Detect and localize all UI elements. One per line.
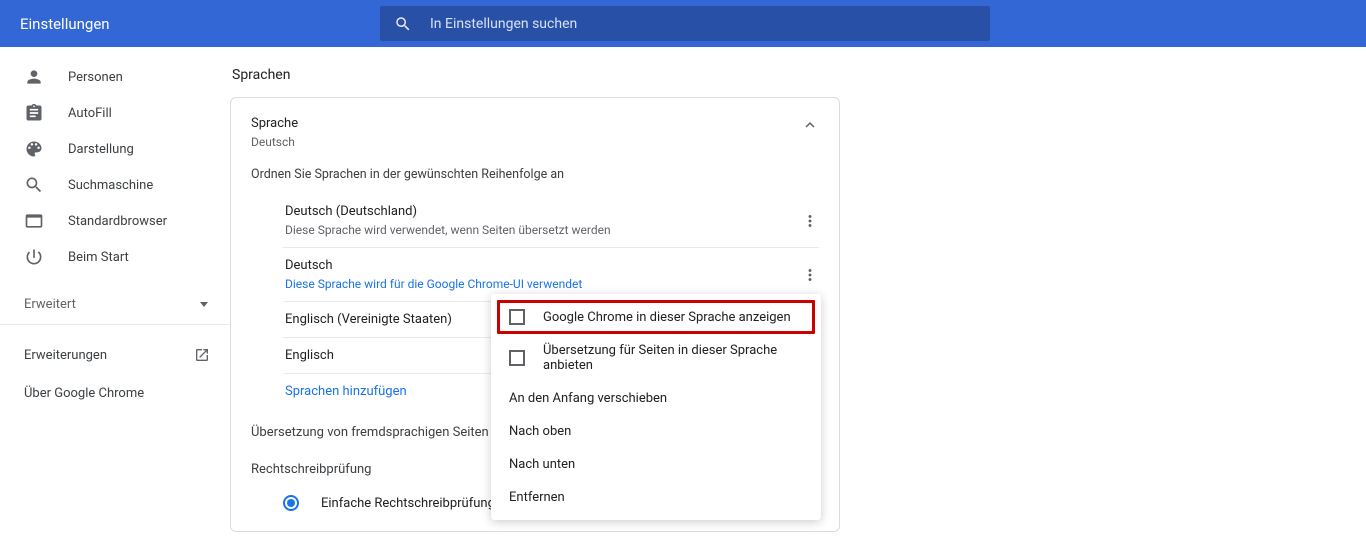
open-external-icon xyxy=(194,347,210,363)
kebab-icon[interactable] xyxy=(801,212,819,230)
sidebar: Personen AutoFill Darstellung Suchmaschi… xyxy=(0,47,230,541)
chevron-down-icon xyxy=(200,302,208,307)
ctx-move-down[interactable]: Nach unten xyxy=(491,448,821,481)
clipboard-icon xyxy=(24,103,44,123)
app-header: Einstellungen In Einstellungen suchen xyxy=(0,0,1366,47)
ctx-move-top[interactable]: An den Anfang verschieben xyxy=(491,382,821,415)
search-icon xyxy=(24,175,44,195)
sidebar-item-about[interactable]: Über Google Chrome xyxy=(0,375,230,411)
language-context-menu: Google Chrome in dieser Sprache anzeigen… xyxy=(491,294,821,520)
language-row: Deutsch (Deutschland) Diese Sprache wird… xyxy=(283,194,819,248)
power-icon xyxy=(24,247,44,267)
ctx-remove[interactable]: Entfernen xyxy=(491,481,821,514)
sidebar-item-personen[interactable]: Personen xyxy=(0,59,230,95)
sidebar-item-standardbrowser[interactable]: Standardbrowser xyxy=(0,203,230,239)
search-placeholder: In Einstellungen suchen xyxy=(430,16,577,32)
sidebar-item-autofill[interactable]: AutoFill xyxy=(0,95,230,131)
language-subtitle: Deutsch xyxy=(251,135,298,149)
kebab-icon[interactable] xyxy=(801,266,819,284)
main-content: Sprachen Sprache Deutsch Ordnen Sie Spra… xyxy=(230,47,1366,541)
advanced-toggle[interactable]: Erweitert xyxy=(0,285,230,325)
ctx-move-up[interactable]: Nach oben xyxy=(491,415,821,448)
page-title: Einstellungen xyxy=(20,15,380,33)
language-title: Sprache xyxy=(251,116,298,131)
section-title: Sprachen xyxy=(232,67,1366,83)
sidebar-item-erweiterungen[interactable]: Erweiterungen xyxy=(0,335,230,375)
ctx-display-chrome-in-lang[interactable]: Google Chrome in dieser Sprache anzeigen xyxy=(497,300,815,334)
radio-icon xyxy=(283,495,299,511)
checkbox-icon xyxy=(509,350,525,366)
language-card: Sprache Deutsch Ordnen Sie Sprachen in d… xyxy=(230,97,840,532)
person-icon xyxy=(24,67,44,87)
ctx-offer-translate[interactable]: Übersetzung für Seiten in dieser Sprache… xyxy=(491,334,821,382)
palette-icon xyxy=(24,139,44,159)
search-icon xyxy=(394,15,412,33)
chevron-up-icon[interactable] xyxy=(801,116,819,134)
checkbox-icon xyxy=(509,309,525,325)
browser-icon xyxy=(24,211,44,231)
sidebar-item-darstellung[interactable]: Darstellung xyxy=(0,131,230,167)
sidebar-item-suchmaschine[interactable]: Suchmaschine xyxy=(0,167,230,203)
sidebar-item-beimstart[interactable]: Beim Start xyxy=(0,239,230,275)
order-instruction: Ordnen Sie Sprachen in der gewünschten R… xyxy=(251,167,819,182)
search-input[interactable]: In Einstellungen suchen xyxy=(380,6,990,41)
